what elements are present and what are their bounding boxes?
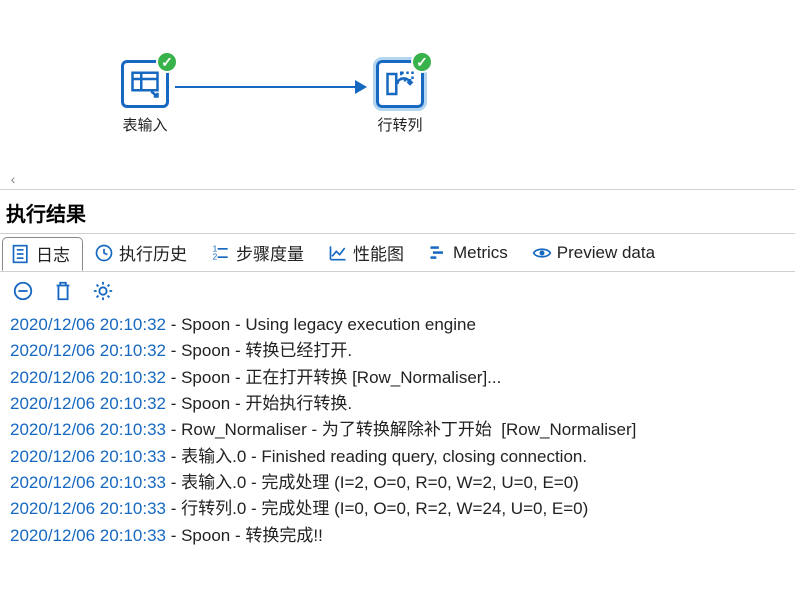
log-line: 2020/12/06 20:10:33 - 行转列.0 - 完成处理 (I=0,…	[10, 496, 785, 522]
log-line: 2020/12/06 20:10:32 - Spoon - 正在打开转换 [Ro…	[10, 365, 785, 391]
tab-label: 日志	[36, 241, 70, 266]
step-label: 表输入	[115, 114, 175, 135]
table-input-icon	[130, 69, 160, 99]
tab-label: Metrics	[453, 243, 508, 263]
results-title: 执行结果	[0, 190, 795, 234]
tab-metrics[interactable]: Metrics	[419, 236, 521, 270]
tab-label: 执行历史	[119, 240, 187, 265]
success-badge-icon	[156, 51, 178, 73]
log-line: 2020/12/06 20:10:32 - Spoon - 转换已经打开.	[10, 338, 785, 364]
history-icon	[94, 243, 114, 263]
log-line: 2020/12/06 20:10:32 - Spoon - 开始执行转换.	[10, 391, 785, 417]
success-badge-icon	[411, 51, 433, 73]
tab-preview[interactable]: Preview data	[523, 236, 668, 270]
step-label: 行转列	[370, 114, 430, 135]
stop-icon	[12, 280, 34, 302]
tab-perf-graph[interactable]: 性能图	[319, 236, 417, 270]
log-line: 2020/12/06 20:10:33 - Row_Normaliser - 为…	[10, 417, 785, 443]
clear-button[interactable]	[50, 278, 76, 304]
hop-arrow[interactable]	[175, 86, 365, 88]
eye-icon	[532, 243, 552, 263]
list-icon: 12	[211, 243, 231, 263]
stop-button[interactable]	[10, 278, 36, 304]
chart-icon	[328, 243, 348, 263]
log-line: 2020/12/06 20:10:33 - 表输入.0 - Finished r…	[10, 444, 785, 470]
log-output[interactable]: 2020/12/06 20:10:32 - Spoon - Using lega…	[0, 310, 795, 551]
gantt-icon	[428, 243, 448, 263]
log-line: 2020/12/06 20:10:33 - Spoon - 转换完成!!	[10, 523, 785, 549]
row-to-column-icon	[385, 69, 415, 99]
results-tabs: 日志 执行历史 12 步骤度量 性能图 Metrics Preview data	[0, 234, 795, 272]
back-button[interactable]: ‹	[4, 169, 22, 189]
gear-icon	[92, 280, 114, 302]
tab-history[interactable]: 执行历史	[85, 236, 200, 270]
svg-text:2: 2	[213, 251, 218, 261]
input-step[interactable]: 表输入	[115, 60, 175, 135]
tab-log[interactable]: 日志	[2, 237, 83, 271]
tab-step-metrics[interactable]: 12 步骤度量	[202, 236, 317, 270]
tab-label: 性能图	[353, 240, 404, 265]
graph-canvas[interactable]: 表输入 行转列 ‹	[0, 0, 795, 190]
tab-label: 步骤度量	[236, 240, 304, 265]
pivot-step[interactable]: 行转列	[370, 60, 430, 135]
trash-icon	[52, 280, 74, 302]
log-icon	[11, 244, 31, 264]
settings-button[interactable]	[90, 278, 116, 304]
tab-label: Preview data	[557, 243, 655, 263]
log-line: 2020/12/06 20:10:33 - 表输入.0 - 完成处理 (I=2,…	[10, 470, 785, 496]
log-line: 2020/12/06 20:10:32 - Spoon - Using lega…	[10, 312, 785, 338]
log-toolbar	[0, 272, 795, 310]
